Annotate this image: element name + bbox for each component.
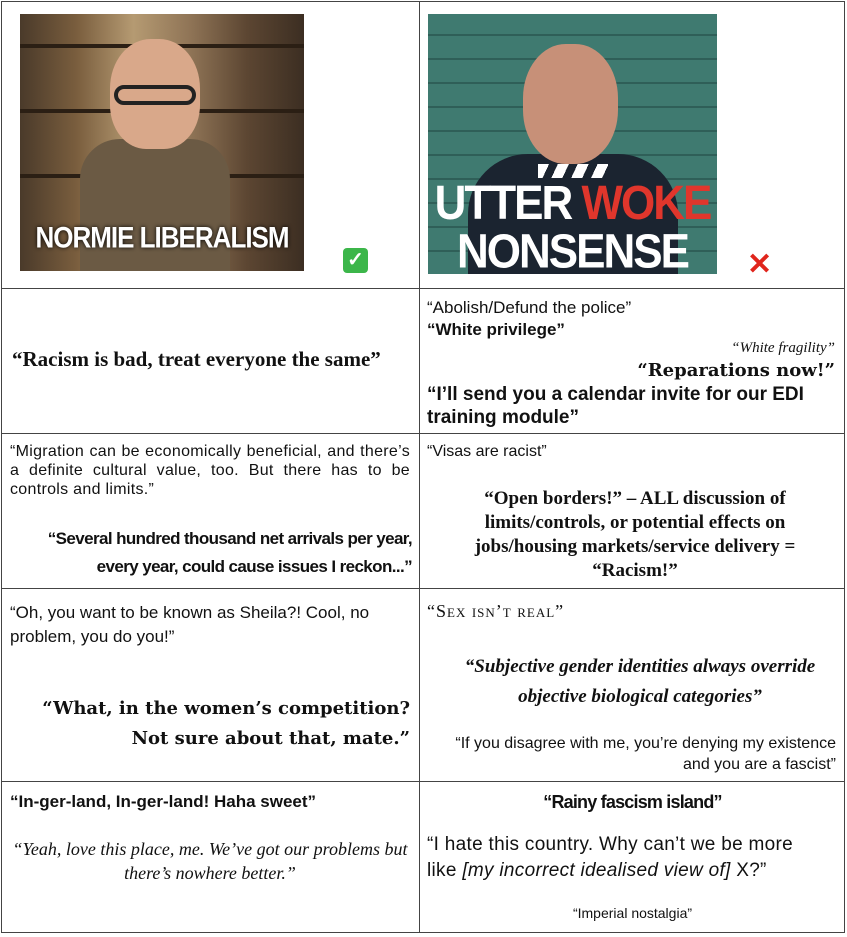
quote: “White fragility” (731, 340, 835, 356)
quote: “Open borders!” – ALL discussion of limi… (474, 488, 796, 581)
quote: “Imperial nostalgia” (572, 905, 693, 921)
quote: “Abolish/Defund the police” (427, 298, 632, 317)
quote: “Reparations now!” (637, 360, 835, 381)
quote: “White privilege” (427, 320, 565, 339)
quote: “Subjective gender identities always ove… (464, 656, 816, 707)
quote: “Several hundred thousand net arrivals p… (47, 529, 413, 576)
quote: “Rainy fascism island” (543, 792, 722, 812)
quote: “Visas are racist” (427, 443, 547, 460)
quote: “What, in the women’s competition? Not s… (42, 698, 410, 749)
quote: “Sex isn’t real” (427, 601, 565, 621)
quote: “Migration can be economically beneficia… (10, 443, 410, 498)
quote: “I’ll send you a calendar invite for our… (427, 384, 804, 428)
quote: “Racism is bad, treat everyone the same” (12, 347, 381, 371)
quote: “Yeah, love this place, me. We’ve got ou… (12, 839, 408, 883)
quote: “In-ger-land, In-ger-land! Haha sweet” (10, 792, 317, 811)
row-divider (1, 288, 845, 289)
quote: “If you disagree with me, you’re denying… (455, 735, 836, 773)
quote: “Oh, you want to be known as Sheila?! Co… (10, 603, 370, 646)
row-divider (1, 781, 845, 782)
quote: “I hate this country. Why can’t we be mo… (427, 834, 794, 881)
image-caption: UTTER WOKE NONSENSE (434, 176, 713, 274)
row-divider (1, 433, 845, 434)
check-icon: ✓ (343, 248, 368, 273)
cross-icon: ✕ (747, 248, 773, 281)
normie-liberalism-image: NORMIE LIBERALISM (20, 14, 304, 271)
utter-woke-nonsense-image: UTTER WOKE NONSENSE (428, 14, 717, 274)
image-caption: NORMIE LIBERALISM (35, 219, 289, 255)
row-divider (1, 588, 845, 589)
